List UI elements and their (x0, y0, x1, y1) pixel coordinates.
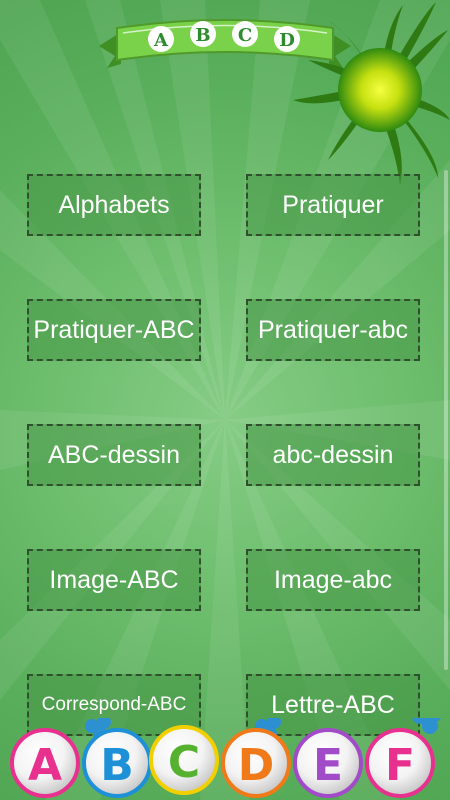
ball-e: E (293, 728, 363, 798)
menu-button-alphabets[interactable]: Alphabets (27, 174, 201, 236)
menu-button-pratiquer-abc-lower[interactable]: Pratiquer-abc (246, 299, 420, 361)
svg-text:C: C (168, 737, 200, 788)
scrollbar[interactable] (444, 170, 448, 670)
sun-decoration (293, 2, 450, 185)
ball-f: F (365, 728, 435, 798)
svg-text:B: B (100, 740, 134, 791)
banner-letter-a: A (153, 30, 169, 51)
alphabet-balls-footer: A B C D E F (10, 718, 441, 798)
svg-text:D: D (238, 740, 275, 791)
menu-button-pratiquer[interactable]: Pratiquer (246, 174, 420, 236)
svg-text:A: A (28, 740, 62, 791)
ball-c: C (149, 725, 219, 795)
menu-button-image-abc-lower[interactable]: Image-abc (246, 549, 420, 611)
banner-letter-b: B (195, 25, 210, 46)
menu-button-abc-dessin-upper[interactable]: ABC-dessin (27, 424, 201, 486)
ball-b: B (82, 728, 152, 798)
ball-d: D (221, 728, 291, 798)
menu-button-image-abc-upper[interactable]: Image-ABC (27, 549, 201, 611)
svg-text:E: E (313, 740, 343, 791)
svg-text:F: F (385, 740, 415, 791)
ball-a: A (10, 728, 80, 798)
banner-letter-c: C (238, 25, 252, 46)
menu-button-pratiquer-abc-upper[interactable]: Pratiquer-ABC (27, 299, 201, 361)
menu-button-abc-dessin-lower[interactable]: abc-dessin (246, 424, 420, 486)
